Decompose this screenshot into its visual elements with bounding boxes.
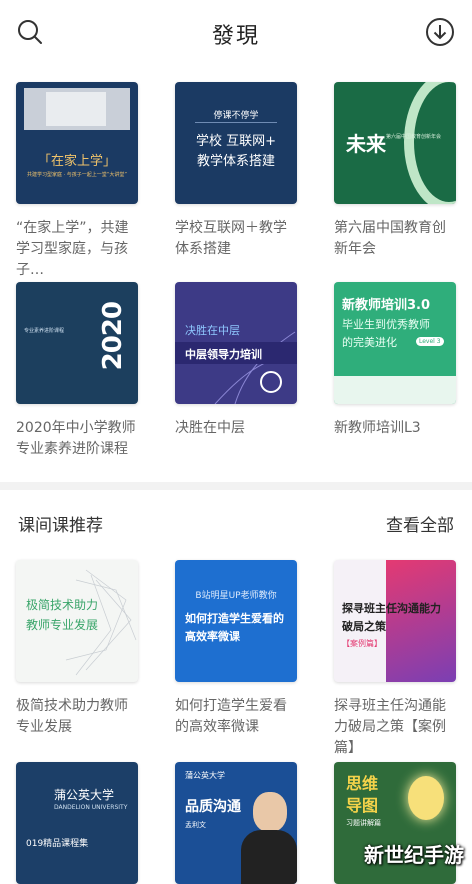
course-thumbnail: B站明星UP老师教你 如何打造学生爱看的 高效率微课 — [175, 560, 297, 682]
course-thumbnail: 探寻班主任沟通能力 破局之策 【案例篇】 — [334, 560, 456, 682]
course-thumbnail: 极简技术助力 教师专业发展 — [16, 560, 138, 682]
course-thumbnail: 「在家上学」 共建学习型家庭 · 与孩子一起上一堂“大讲堂” — [16, 82, 138, 204]
course-card[interactable]: 蒲公英大学 品质沟通 孟利文 — [175, 762, 297, 884]
section-title: 课间课推荐 — [18, 515, 103, 536]
course-thumbnail: 停课不停学 学校 互联网+ 教学体系搭建 — [175, 82, 297, 204]
course-card[interactable]: 新教师培训3.0 毕业生到优秀教师 的完美进化 Level 3 新教师培训L3 — [334, 282, 456, 439]
course-caption: 新教师培训L3 — [334, 420, 421, 436]
course-card[interactable]: 蒲公英大学 DANDELION UNIVERSITY 019精品课程集 — [16, 762, 138, 884]
course-caption: “在家上学”，共建学习型家庭，与孩子… — [16, 220, 129, 278]
course-caption: 探寻班主任沟通能力破局之策【案例篇】 — [334, 698, 446, 756]
course-card[interactable]: B站明星UP老师教你 如何打造学生爱看的 高效率微课 如何打造学生爱看的高效率微… — [175, 560, 297, 738]
course-card[interactable]: 探寻班主任沟通能力 破局之策 【案例篇】 探寻班主任沟通能力破局之策【案例篇】 — [334, 560, 456, 759]
course-caption: 极简技术助力教师专业发展 — [16, 698, 128, 735]
course-thumbnail: 决胜在中层 中层领导力培训 — [175, 282, 297, 404]
view-all-link[interactable]: 查看全部 — [386, 511, 454, 536]
course-card[interactable]: 决胜在中层 中层领导力培训 决胜在中层 — [175, 282, 297, 439]
course-thumbnail: 蒲公英大学 DANDELION UNIVERSITY 019精品课程集 — [16, 762, 138, 884]
course-thumbnail: 蒲公英大学 品质沟通 孟利文 — [175, 762, 297, 884]
course-card[interactable]: 专业素养进阶课程 2020 2020年中小学教师专业素养进阶课程 — [16, 282, 138, 460]
section-divider — [0, 482, 472, 490]
course-caption: 学校互联网＋教学体系搭建 — [175, 220, 287, 257]
section-header: 课间课推荐 查看全部 — [18, 508, 454, 538]
course-caption: 2020年中小学教师专业素养进阶课程 — [16, 420, 136, 457]
watermark-text: 新世纪手游 — [364, 843, 464, 867]
course-card[interactable]: 「在家上学」 共建学习型家庭 · 与孩子一起上一堂“大讲堂” “在家上学”，共建… — [16, 82, 138, 281]
course-caption: 决胜在中层 — [175, 420, 245, 436]
course-thumbnail: 未来 第六届中国教育创新年会 — [334, 82, 456, 204]
course-card[interactable]: 极简技术助力 教师专业发展 极简技术助力教师专业发展 — [16, 560, 138, 738]
course-caption: 第六届中国教育创新年会 — [334, 220, 446, 257]
top-bar: 發現 — [0, 0, 472, 66]
download-icon[interactable] — [424, 16, 456, 48]
course-card[interactable]: 未来 第六届中国教育创新年会 第六届中国教育创新年会 — [334, 82, 456, 260]
course-caption: 如何打造学生爱看的高效率微课 — [175, 698, 287, 735]
page-title: 發現 — [211, 24, 260, 49]
course-card[interactable]: 停课不停学 学校 互联网+ 教学体系搭建 学校互联网＋教学体系搭建 — [175, 82, 297, 260]
course-thumbnail: 专业素养进阶课程 2020 — [16, 282, 138, 404]
course-thumbnail: 新教师培训3.0 毕业生到优秀教师 的完美进化 Level 3 — [334, 282, 456, 404]
